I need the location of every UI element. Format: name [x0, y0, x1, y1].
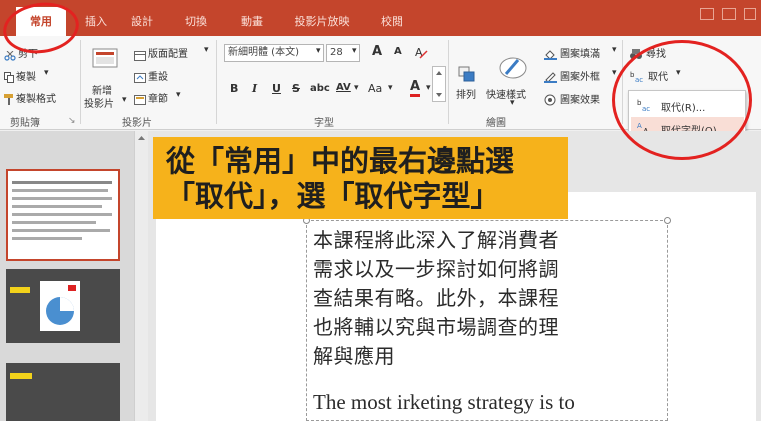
instruction-callout: 從「常用」中的最右邊點選 「取代」，選「取代字型」: [153, 137, 568, 219]
resize-handle[interactable]: [664, 217, 671, 224]
ribbon-options-icon[interactable]: [700, 8, 714, 20]
slide-thumbnail[interactable]: [6, 269, 120, 343]
drawing-group-label: 繪圖: [486, 118, 506, 129]
minimize-icon[interactable]: [722, 8, 736, 20]
grow-font-button[interactable]: A: [372, 44, 382, 59]
divider: [216, 40, 217, 124]
change-case-dropdown-icon[interactable]: ▾: [388, 83, 393, 93]
new-slide-label-2[interactable]: 投影片: [84, 95, 114, 110]
slide-text-line: 也將輔以究與市場調查的理: [313, 315, 559, 339]
bold-button[interactable]: B: [230, 82, 238, 95]
font-group-label: 字型: [314, 118, 334, 129]
slide-text-line: 查結果有略。此外，本課程: [313, 286, 559, 310]
section-dropdown-icon[interactable]: ▾: [176, 90, 181, 100]
font-color-dropdown-icon[interactable]: ▾: [426, 83, 431, 93]
highlight-ring-replace: [612, 40, 752, 160]
shape-outline-dropdown-icon[interactable]: ▾: [612, 68, 617, 78]
scroll-up-icon[interactable]: [135, 133, 148, 143]
tab-slideshow[interactable]: 投影片放映: [286, 7, 358, 36]
restore-icon[interactable]: [744, 8, 756, 20]
font-name-dropdown-icon[interactable]: ▾: [316, 46, 321, 56]
slide-english-text[interactable]: The most irketing strategy is to: [313, 390, 575, 415]
shape-fill-button[interactable]: 圖案填滿: [560, 45, 600, 60]
tab-insert[interactable]: 插入: [78, 7, 114, 36]
italic-button[interactable]: I: [252, 82, 257, 95]
section-icon: [134, 90, 146, 105]
shape-outline-icon: [544, 68, 557, 83]
divider: [448, 40, 449, 124]
reset-icon: [134, 68, 146, 83]
callout-line-1: 從「常用」中的最右邊點選: [166, 144, 515, 178]
slide-body-text[interactable]: 本課程將此深入了解消費者 需求以及一步探討如何將調 查結果有略。此外，本課程 也…: [313, 226, 665, 371]
new-slide-dropdown-icon[interactable]: ▾: [122, 95, 127, 105]
arrange-button[interactable]: 排列: [456, 86, 476, 101]
arrange-icon[interactable]: [458, 66, 476, 82]
copy-dropdown-icon[interactable]: ▾: [44, 68, 49, 78]
divider: [80, 40, 81, 124]
format-painter-button[interactable]: 複製格式: [16, 90, 56, 105]
callout-line-2: 「取代」，選「取代字型」: [166, 179, 500, 213]
clear-formatting-icon[interactable]: A: [414, 44, 428, 59]
slide-thumbnail[interactable]: [6, 169, 120, 261]
tab-transitions[interactable]: 切換: [176, 7, 216, 36]
clipboard-group-label: 剪貼簿: [10, 118, 40, 129]
quick-styles-dropdown-icon[interactable]: ▾: [510, 98, 515, 108]
layout-button[interactable]: 版面配置: [148, 45, 188, 60]
ribbon-tab-bar: 常用 插入 設計 切換 動畫 投影片放映 校閱: [0, 0, 761, 36]
format-painter-icon: [4, 90, 14, 105]
slide-text-line: 解與應用: [313, 344, 395, 368]
tab-animations[interactable]: 動畫: [232, 7, 272, 36]
strikethrough-button[interactable]: S: [292, 82, 300, 95]
tab-design[interactable]: 設計: [122, 7, 162, 36]
shape-fill-dropdown-icon[interactable]: ▾: [612, 45, 617, 55]
shrink-font-button[interactable]: A: [394, 46, 402, 57]
font-size-dropdown-icon[interactable]: ▾: [352, 46, 357, 56]
quick-styles-button[interactable]: 快速樣式: [486, 86, 526, 101]
thumbnail-scrollbar[interactable]: [134, 131, 148, 421]
slide-thumbnail-pane: [0, 131, 134, 421]
change-case-button[interactable]: Aa: [368, 82, 382, 95]
reset-button[interactable]: 重設: [148, 68, 168, 83]
slides-group-label: 投影片: [122, 118, 152, 129]
paragraph-scroll-icon[interactable]: [432, 66, 446, 102]
shape-fill-icon: [544, 45, 557, 60]
character-spacing-button[interactable]: AV: [336, 82, 351, 93]
tab-review[interactable]: 校閱: [372, 7, 412, 36]
font-name-field[interactable]: 新細明體 (本文): [224, 44, 324, 62]
slide-text-line: 需求以及一步探討如何將調: [313, 257, 559, 281]
powerpoint-window: 常用 插入 設計 切換 動畫 投影片放映 校閱 剪下 複製 ▾ 複製格式 剪貼簿…: [0, 0, 761, 421]
copy-icon: [4, 68, 14, 83]
layout-dropdown-icon[interactable]: ▾: [204, 45, 209, 55]
shape-effects-icon: [544, 91, 556, 106]
section-button[interactable]: 章節: [148, 90, 168, 105]
slide-text-line: 本課程將此深入了解消費者: [313, 228, 559, 252]
character-spacing-dropdown-icon[interactable]: ▾: [354, 83, 359, 93]
underline-button[interactable]: U: [272, 82, 281, 95]
new-slide-icon[interactable]: [92, 48, 118, 70]
font-color-button[interactable]: A: [410, 80, 421, 97]
shape-effects-button[interactable]: 圖案效果: [560, 91, 600, 106]
slide-thumbnail[interactable]: [6, 363, 120, 421]
layout-icon: [134, 46, 146, 61]
clipboard-launcher-icon[interactable]: ↘: [68, 116, 76, 126]
shape-outline-button[interactable]: 圖案外框: [560, 68, 600, 83]
text-shadow-button[interactable]: abc: [310, 83, 330, 94]
quick-styles-icon[interactable]: [498, 54, 528, 80]
copy-button[interactable]: 複製: [16, 68, 36, 83]
